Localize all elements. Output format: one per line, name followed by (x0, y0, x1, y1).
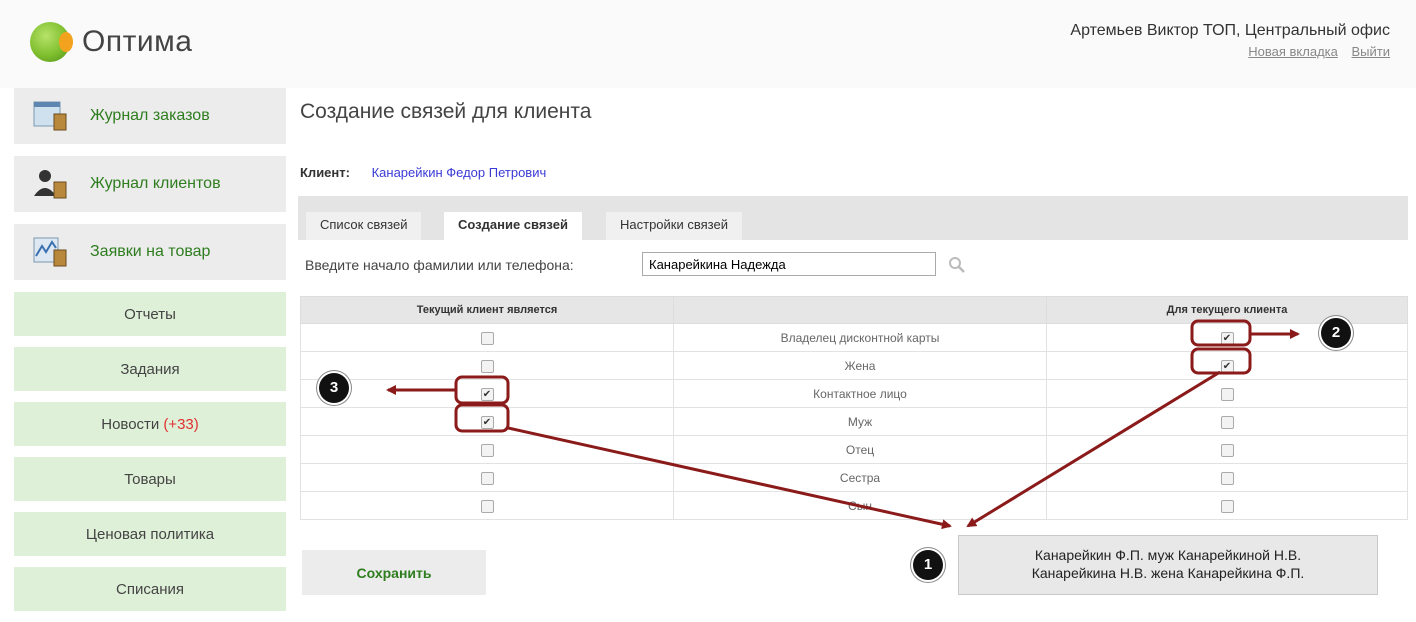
checkbox-cell: ✔ (1046, 351, 1408, 380)
checkbox-cell (300, 351, 674, 380)
checkbox-cell: ✔ (300, 407, 674, 436)
user-box: Артемьев Виктор ТОП, Центральный офис Но… (1070, 22, 1390, 59)
step-marker-3: 3 (319, 373, 349, 403)
for-current-checkbox[interactable]: ✔ (1220, 359, 1234, 373)
result-callout: Канарейкин Ф.П. муж Канарейкиной Н.В. Ка… (958, 535, 1378, 595)
callout-line: Канарейкин Ф.П. муж Канарейкиной Н.В. (1034, 547, 1302, 563)
relation-label: Сын (673, 491, 1047, 520)
relation-label: Жена (673, 351, 1047, 380)
requests-icon (32, 234, 68, 270)
sidebar-item-label: Журнал клиентов (90, 175, 221, 192)
logout-link[interactable]: Выйти (1352, 44, 1391, 59)
table-row: Сын (300, 491, 1408, 520)
table-row: Сестра (300, 463, 1408, 492)
current-is-checkbox[interactable] (480, 499, 494, 513)
search-input[interactable] (642, 252, 936, 276)
callout-line: Канарейкина Н.В. жена Канарейкина Ф.П. (1031, 565, 1305, 581)
table-header-row: Текущий клиент является Для текущего кли… (300, 296, 1408, 324)
orders-icon (32, 98, 68, 134)
column-header-current-is: Текущий клиент является (300, 296, 674, 324)
checkbox-cell (1046, 379, 1408, 408)
tab-bar: Список связей Создание связей Настройки … (298, 196, 1408, 240)
save-button[interactable]: Сохранить (302, 550, 486, 595)
checkbox-cell: ✔ (1046, 323, 1408, 352)
app-logo[interactable]: Оптима (30, 22, 192, 62)
user-name: Артемьев Виктор ТОП, Центральный офис (1070, 22, 1390, 39)
relation-label: Муж (673, 407, 1047, 436)
current-is-checkbox[interactable]: ✔ (480, 387, 494, 401)
table-row: ✔ Муж (300, 407, 1408, 436)
checkbox-cell (1046, 491, 1408, 520)
relation-label: Владелец дисконтной карты (673, 323, 1047, 352)
checkbox-cell (300, 463, 674, 492)
app-header: Оптима Артемьев Виктор ТОП, Центральный … (0, 0, 1416, 88)
sidebar: Журнал заказов Журнал клиентов Заявки на… (14, 88, 286, 622)
sidebar-item-tasks[interactable]: Задания (14, 347, 286, 391)
page-title: Создание связей для клиента (300, 100, 592, 123)
sidebar-item-news[interactable]: Новости (+33) (14, 402, 286, 446)
tab-links-settings[interactable]: Настройки связей (606, 212, 742, 240)
for-current-checkbox[interactable] (1220, 443, 1234, 457)
for-current-checkbox[interactable] (1220, 415, 1234, 429)
sidebar-item-label: Новости (101, 415, 160, 433)
current-is-checkbox[interactable]: ✔ (480, 415, 494, 429)
sidebar-item-label: Ценовая политика (85, 525, 215, 543)
client-row: Клиент: Канарейкин Федор Петрович (300, 165, 546, 180)
current-is-checkbox[interactable] (480, 331, 494, 345)
sidebar-item-label: Товары (124, 470, 176, 488)
sidebar-item-label: Отчеты (124, 305, 176, 323)
user-links: Новая вкладка Выйти (1070, 44, 1390, 59)
for-current-checkbox[interactable]: ✔ (1220, 331, 1234, 345)
relation-label: Контактное лицо (673, 379, 1047, 408)
sidebar-item-label: Журнал заказов (90, 107, 210, 124)
checkbox-cell (300, 491, 674, 520)
checkbox-cell (300, 323, 674, 352)
column-header-for-current: Для текущего клиента (1046, 296, 1408, 324)
sidebar-item-orders[interactable]: Журнал заказов (14, 88, 286, 144)
clients-icon (32, 166, 68, 202)
checkbox-cell (1046, 407, 1408, 436)
checkbox-cell: ✔ (300, 379, 674, 408)
for-current-checkbox[interactable] (1220, 387, 1234, 401)
sidebar-item-requests[interactable]: Заявки на товар (14, 224, 286, 280)
for-current-checkbox[interactable] (1220, 499, 1234, 513)
table-row: Владелец дисконтной карты ✔ (300, 323, 1408, 352)
search-label: Введите начало фамилии или телефона: (305, 257, 574, 273)
checkbox-cell (1046, 435, 1408, 464)
relations-table-body: Владелец дисконтной карты ✔ Жена ✔ ✔ Контактн… (300, 323, 1408, 520)
checkbox-cell (1046, 463, 1408, 492)
sidebar-item-reports[interactable]: Отчеты (14, 292, 286, 336)
news-count-badge: (+33) (163, 415, 199, 433)
tab-links-list[interactable]: Список связей (306, 212, 422, 240)
sidebar-item-clients[interactable]: Журнал клиентов (14, 156, 286, 212)
sidebar-item-label: Задания (120, 360, 180, 378)
new-tab-link[interactable]: Новая вкладка (1248, 44, 1338, 59)
table-row: Жена ✔ (300, 351, 1408, 380)
sidebar-item-pricing[interactable]: Ценовая политика (14, 512, 286, 556)
sidebar-item-products[interactable]: Товары (14, 457, 286, 501)
client-name-link[interactable]: Канарейкин Федор Петрович (372, 165, 547, 180)
step-marker-1: 1 (913, 550, 943, 580)
step-marker-2: 2 (1321, 318, 1351, 348)
for-current-checkbox[interactable] (1220, 471, 1234, 485)
sidebar-item-writeoffs[interactable]: Списания (14, 567, 286, 611)
relations-table: Текущий клиент является Для текущего кли… (300, 296, 1408, 520)
current-is-checkbox[interactable] (480, 471, 494, 485)
search-icon[interactable] (948, 256, 966, 274)
column-header-relation (673, 296, 1047, 324)
table-row: Отец (300, 435, 1408, 464)
logo-text: Оптима (82, 25, 193, 58)
relation-label: Сестра (673, 463, 1047, 492)
sidebar-item-label: Заявки на товар (90, 243, 211, 260)
current-is-checkbox[interactable] (480, 443, 494, 457)
table-row: ✔ Контактное лицо (300, 379, 1408, 408)
current-is-checkbox[interactable] (480, 359, 494, 373)
checkbox-cell (300, 435, 674, 464)
client-label: Клиент: (300, 165, 350, 180)
relation-label: Отец (673, 435, 1047, 464)
tab-create-links[interactable]: Создание связей (444, 212, 582, 240)
logo-icon (30, 22, 73, 62)
